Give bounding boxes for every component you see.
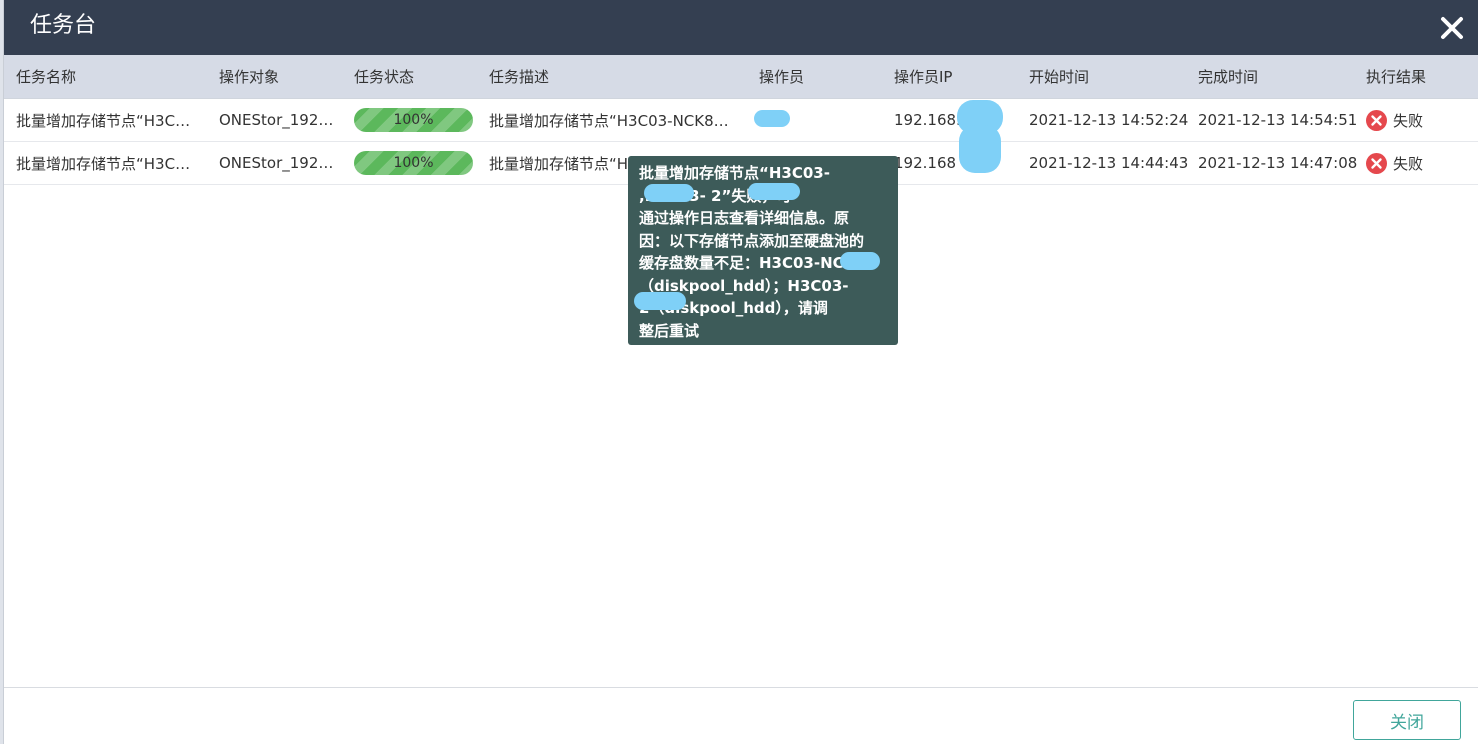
tooltip-line: 因：以下存储节点添加至硬盘池的	[639, 231, 865, 250]
table-row[interactable]: 批量增加存储节点“H3C… ONEStor_192… 100% 批量增加存储节点…	[4, 99, 1478, 142]
tooltip-line: 通过操作日志查看详细信息。原	[639, 209, 850, 227]
task-console-dialog: 任务台 任务名称 操作对象 任务状态 任务描述 操作员 操作员IP 开始时间 完…	[4, 0, 1478, 744]
fail-x-circle-icon	[1366, 152, 1387, 174]
redaction-mark	[748, 183, 800, 200]
redaction-mark	[644, 184, 694, 202]
column-header-operator[interactable]: 操作员	[759, 55, 879, 98]
start-time: 2021-12-13 14:44:43	[1029, 154, 1189, 172]
column-header-result[interactable]: 执行结果	[1366, 55, 1466, 98]
column-header-object[interactable]: 操作对象	[219, 55, 341, 98]
task-name: 批量增加存储节点“H3C…	[16, 111, 191, 130]
close-button[interactable]: 关闭	[1353, 700, 1461, 740]
redaction-mark	[754, 110, 790, 127]
fail-x-circle-icon	[1366, 109, 1387, 131]
dialog-title: 任务台	[30, 13, 97, 38]
column-header-start-time[interactable]: 开始时间	[1029, 55, 1189, 98]
result-text: 失败	[1393, 154, 1424, 173]
progress-bar: 100%	[354, 151, 473, 175]
description-tooltip: 批量增加存储节点“H3C03- ,H3C03- 2”失败，可 通过操作日志查看详…	[628, 156, 898, 345]
tooltip-line: 批量增加存储节点“H3C03-	[639, 164, 830, 182]
tooltip-line: 整后重试	[639, 321, 700, 340]
start-time: 2021-12-13 14:52:24	[1029, 111, 1189, 129]
column-header-description[interactable]: 任务描述	[489, 55, 744, 98]
redaction-mark	[840, 252, 880, 270]
column-header-end-time[interactable]: 完成时间	[1198, 55, 1358, 98]
dialog-header: 任务台	[4, 0, 1478, 55]
dialog-footer: 关闭	[4, 687, 1478, 744]
operator-ip: 192.168	[894, 154, 957, 172]
table-header: 任务名称 操作对象 任务状态 任务描述 操作员 操作员IP 开始时间 完成时间 …	[4, 55, 1478, 99]
result-badge: 失败	[1366, 152, 1424, 174]
task-object: ONEStor_192…	[219, 111, 334, 129]
progress-label: 100%	[393, 112, 434, 128]
task-object: ONEStor_192…	[219, 154, 334, 172]
column-header-status[interactable]: 任务状态	[354, 55, 479, 98]
redaction-mark	[634, 292, 686, 310]
result-badge: 失败	[1366, 109, 1424, 131]
column-header-operator-ip[interactable]: 操作员IP	[894, 55, 1014, 98]
redaction-mark	[959, 125, 1001, 173]
operator-ip: 192.168.	[894, 111, 961, 129]
column-header-task-name[interactable]: 任务名称	[16, 55, 206, 98]
end-time: 2021-12-13 14:47:08	[1198, 154, 1358, 172]
close-icon[interactable]	[1438, 14, 1466, 42]
progress-bar: 100%	[354, 108, 473, 132]
progress-label: 100%	[393, 155, 434, 171]
end-time: 2021-12-13 14:54:51	[1198, 111, 1358, 129]
task-name: 批量增加存储节点“H3C…	[16, 154, 191, 173]
result-text: 失败	[1393, 111, 1424, 130]
task-description[interactable]: 批量增加存储节点“H3C03-NCK8…	[489, 110, 744, 131]
